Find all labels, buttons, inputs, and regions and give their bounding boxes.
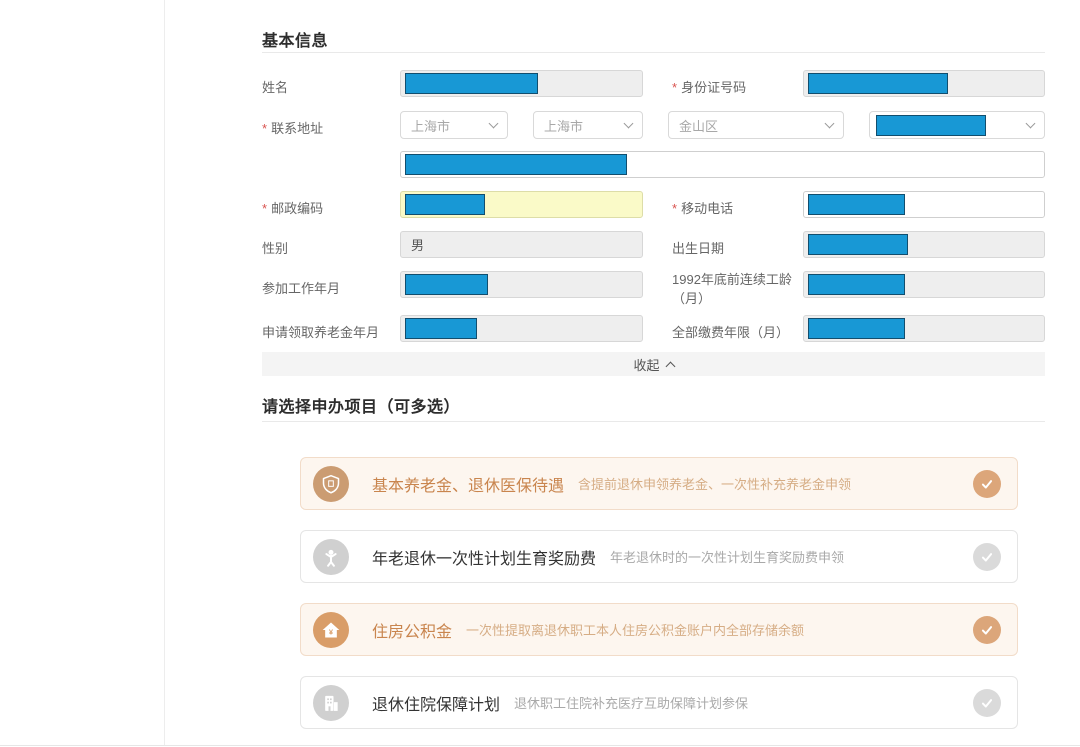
check-icon bbox=[973, 689, 1001, 717]
chevron-down-icon bbox=[624, 119, 634, 129]
chevron-up-icon bbox=[665, 361, 675, 371]
project-name: 年老退休一次性计划生育奖励费 bbox=[372, 545, 596, 569]
bottom-divider bbox=[0, 745, 1080, 746]
project-name: 住房公积金 bbox=[372, 618, 452, 642]
street-address-input[interactable] bbox=[400, 151, 1045, 178]
work-start-label: 参加工作年月 bbox=[262, 278, 340, 297]
retirement-application-form: 基本信息 姓名 *身份证号码 *联系地址 上海市 上海市 金山区 *邮政编码 *… bbox=[0, 0, 1080, 747]
redaction-block bbox=[876, 115, 986, 136]
redaction-block bbox=[405, 154, 627, 175]
redaction-block bbox=[808, 274, 905, 295]
gender-label: 性别 bbox=[262, 238, 288, 257]
collapse-label: 收起 bbox=[633, 355, 659, 374]
redaction-block bbox=[808, 73, 948, 94]
name-input[interactable] bbox=[400, 70, 643, 97]
mobile-label: *移动电话 bbox=[672, 198, 733, 217]
mobile-input[interactable] bbox=[803, 191, 1045, 218]
basic-info-rule bbox=[262, 52, 1045, 53]
chevron-down-icon bbox=[825, 119, 835, 129]
redaction-block bbox=[808, 234, 908, 255]
pre-1992-service-label: 1992年底前连续工龄（月） bbox=[672, 271, 802, 309]
pension-claim-label: 申请领取养老金年月 bbox=[262, 322, 379, 341]
province-select[interactable]: 上海市 bbox=[400, 111, 508, 139]
left-panel-divider bbox=[164, 0, 165, 745]
pre-1992-service-input[interactable] bbox=[803, 271, 1045, 298]
project-name: 退休住院保障计划 bbox=[372, 691, 500, 715]
chevron-down-icon bbox=[489, 119, 499, 129]
total-contribution-label: 全部缴费年限（月） bbox=[672, 322, 789, 341]
redaction-block bbox=[405, 318, 477, 339]
projects-title: 请选择申办项目（可多选） bbox=[262, 393, 460, 417]
project-desc: 一次性提取离退休职工本人住房公积金账户内全部存储余额 bbox=[466, 620, 804, 639]
project-desc: 退休职工住院补充医疗互助保障计划参保 bbox=[514, 693, 748, 712]
check-icon bbox=[973, 616, 1001, 644]
pension-claim-input[interactable] bbox=[400, 315, 643, 342]
shield-icon bbox=[313, 466, 349, 502]
check-icon bbox=[973, 470, 1001, 498]
postal-code-input[interactable] bbox=[400, 191, 643, 218]
id-number-input[interactable] bbox=[803, 70, 1045, 97]
hospital-building-icon bbox=[313, 685, 349, 721]
project-desc: 含提前退休申领养老金、一次性补充养老金申领 bbox=[578, 474, 851, 493]
redaction-block bbox=[405, 194, 485, 215]
house-yuan-icon: ¥ bbox=[313, 612, 349, 648]
gender-input[interactable]: 男 bbox=[400, 231, 643, 258]
redaction-block bbox=[405, 274, 488, 295]
address-label: *联系地址 bbox=[262, 118, 323, 137]
project-card-birth-reward[interactable]: 年老退休一次性计划生育奖励费 年老退休时的一次性计划生育奖励费申领 bbox=[300, 530, 1018, 583]
id-number-label: *身份证号码 bbox=[672, 77, 746, 96]
street-select[interactable] bbox=[869, 111, 1045, 139]
collapse-button[interactable]: 收起 bbox=[262, 352, 1045, 376]
project-card-pension-medical[interactable]: 基本养老金、退休医保待遇 含提前退休申领养老金、一次性补充养老金申领 bbox=[300, 457, 1018, 510]
project-name: 基本养老金、退休医保待遇 bbox=[372, 472, 564, 496]
redaction-block bbox=[808, 318, 905, 339]
birth-date-input[interactable] bbox=[803, 231, 1045, 258]
city-select[interactable]: 上海市 bbox=[533, 111, 643, 139]
check-icon bbox=[973, 543, 1001, 571]
name-label: 姓名 bbox=[262, 77, 288, 96]
postal-code-label: *邮政编码 bbox=[262, 198, 323, 217]
projects-rule bbox=[262, 421, 1045, 422]
basic-info-title: 基本信息 bbox=[262, 27, 328, 51]
district-select[interactable]: 金山区 bbox=[668, 111, 844, 139]
birth-date-label: 出生日期 bbox=[672, 238, 724, 257]
total-contribution-input[interactable] bbox=[803, 315, 1045, 342]
chevron-down-icon bbox=[1026, 119, 1036, 129]
gender-value: 男 bbox=[411, 235, 424, 254]
project-card-hospital-plan[interactable]: 退休住院保障计划 退休职工住院补充医疗互助保障计划参保 bbox=[300, 676, 1018, 729]
project-card-housing-fund[interactable]: ¥ 住房公积金 一次性提取离退休职工本人住房公积金账户内全部存储余额 bbox=[300, 603, 1018, 656]
redaction-block bbox=[405, 73, 538, 94]
project-desc: 年老退休时的一次性计划生育奖励费申领 bbox=[610, 547, 844, 566]
work-start-input[interactable] bbox=[400, 271, 643, 298]
redaction-block bbox=[808, 194, 905, 215]
person-icon bbox=[313, 539, 349, 575]
